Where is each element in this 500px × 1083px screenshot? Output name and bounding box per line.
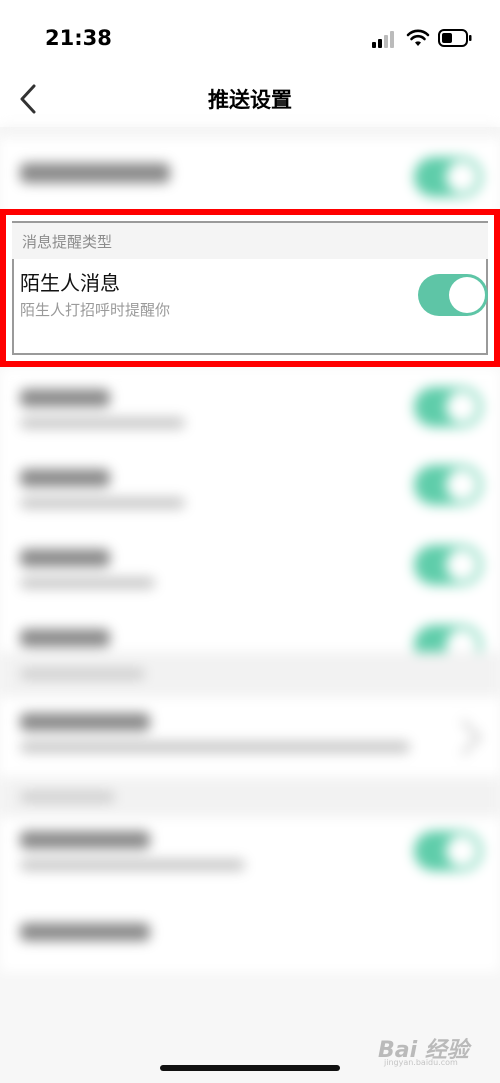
blurred-toggle	[414, 545, 482, 585]
section-header: 消息提醒类型	[12, 223, 488, 259]
page-title: 推送设置	[208, 88, 292, 112]
stranger-message-description: 陌生人打招呼时提醒你	[20, 301, 171, 319]
wifi-icon	[406, 29, 430, 46]
battery-icon	[438, 29, 472, 47]
stranger-message-toggle[interactable]	[418, 274, 488, 316]
blurred-toggle	[414, 387, 482, 427]
status-bar: 21:38	[0, 0, 500, 75]
blurred-setting-row	[0, 367, 500, 447]
blurred-setting-row	[0, 447, 500, 527]
blurred-section-spacer	[0, 127, 500, 137]
watermark-subtext: jingyan.baidu.com	[384, 1058, 458, 1067]
blurred-setting-row	[0, 817, 500, 897]
baidu-watermark-logo: Bai 经验 jingyan.baidu.com	[378, 1030, 478, 1075]
section-header-label: 消息提醒类型	[22, 233, 113, 251]
blurred-toggle	[414, 831, 482, 871]
blurred-setting-row	[0, 897, 500, 972]
stranger-message-title: 陌生人消息	[20, 271, 120, 295]
blurred-toggle	[414, 157, 482, 197]
blurred-setting-row	[0, 697, 500, 777]
home-indicator[interactable]	[160, 1065, 340, 1071]
blurred-section-header	[0, 777, 500, 817]
blurred-setting-row	[0, 137, 500, 217]
navigation-bar: 推送设置	[0, 75, 500, 127]
blurred-toggle	[414, 465, 482, 505]
blurred-chevron-icon	[445, 719, 482, 756]
cellular-signal-icon	[372, 30, 398, 48]
status-time: 21:38	[45, 26, 112, 50]
blurred-section-header	[0, 652, 500, 697]
blurred-setting-row	[0, 527, 500, 607]
toggle-knob	[449, 277, 485, 313]
highlighted-setting-group: 消息提醒类型 陌生人消息 陌生人打招呼时提醒你	[0, 209, 500, 367]
